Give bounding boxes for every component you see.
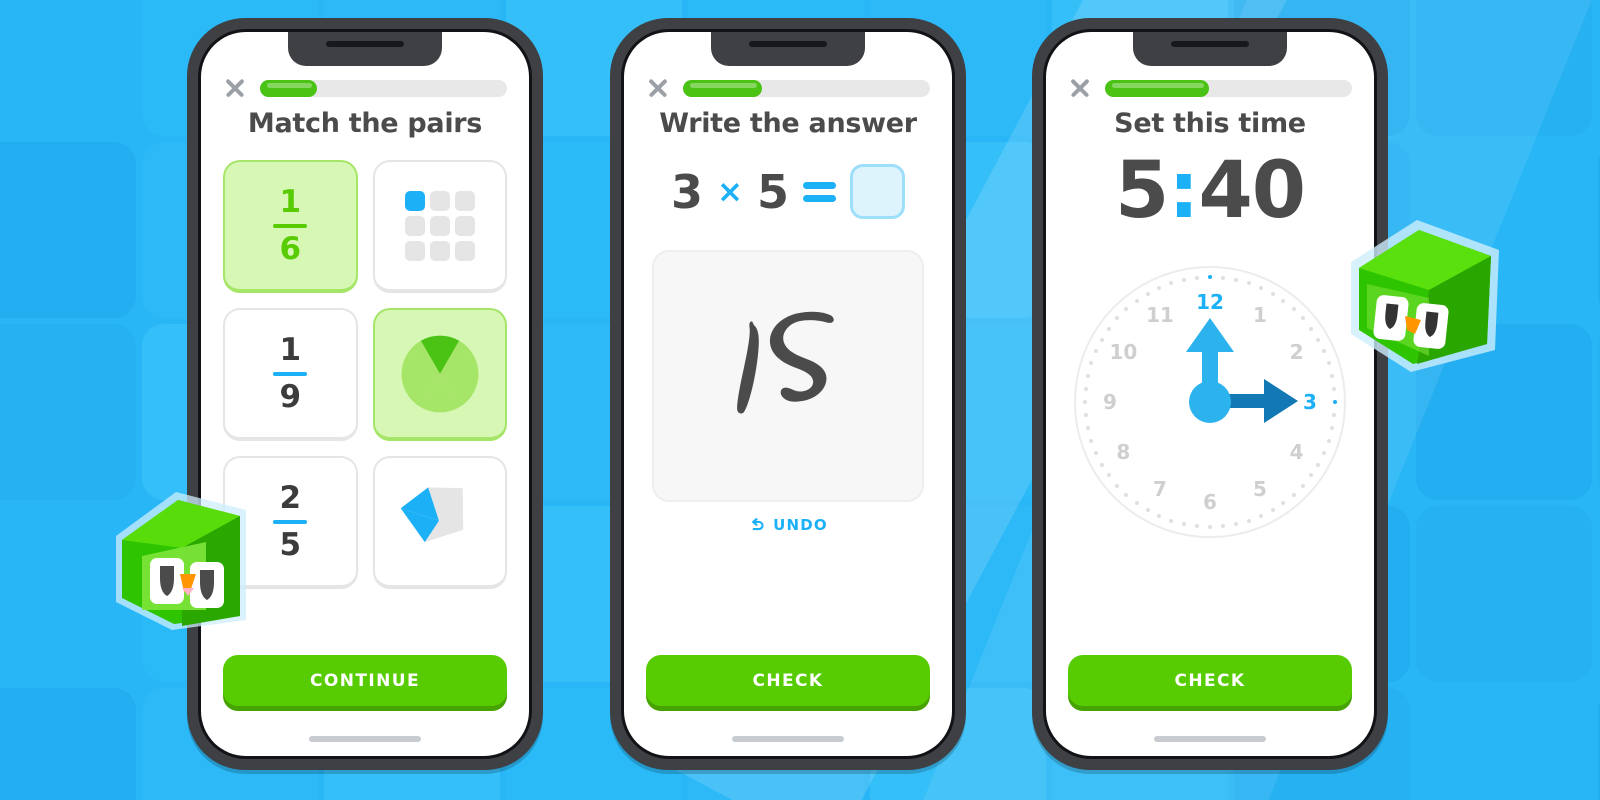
match-card-grid: 1 6 1 9 2 5 [223,160,507,589]
fraction-display: 2 5 [273,479,308,563]
answer-input-box[interactable] [850,164,905,219]
fraction-denominator: 5 [279,526,302,563]
home-indicator [1154,736,1266,742]
home-indicator [309,736,421,742]
continue-button[interactable]: CONTINUE [223,655,507,706]
undo-button[interactable]: UNDO [624,516,952,534]
page-title: Match the pairs [247,108,483,139]
time-minutes: 40 [1198,146,1306,236]
phone-match-pairs: Match the pairs 1 6 1 9 2 5 CONTINUE [187,18,543,770]
match-card-fraction-1-6[interactable]: 1 6 [223,160,358,293]
home-indicator [732,736,844,742]
match-card-pie-icon[interactable] [372,308,507,441]
pie-fraction-icon [401,335,479,412]
phone-screen: Set this time 5:40 12 1 2 3 4 5 6 7 8 9 10 11 CH [1046,32,1374,756]
fraction-bar [273,223,308,228]
analog-clock[interactable]: 12 1 2 3 4 5 6 7 8 9 10 11 [1074,266,1346,538]
check-button[interactable]: CHECK [646,655,930,706]
grid-fraction-icon [404,190,475,261]
fraction-display: 1 9 [273,331,308,415]
progress-bar [260,79,507,97]
phone-notch [288,32,442,66]
page-title: Set this time [1114,108,1306,139]
phone-write-answer: Write the answer 3 × 5 UNDO CHECK [610,18,966,770]
fraction-numerator: 2 [279,479,302,516]
multiplication-icon: × [717,173,743,210]
close-icon[interactable] [646,76,670,100]
fraction-denominator: 6 [279,230,302,267]
progress-fill [683,79,763,97]
polygon-fraction-icon [400,486,463,542]
check-button[interactable]: CHECK [1068,655,1352,706]
clock-center-hub [1189,381,1231,423]
fraction-denominator: 9 [279,378,302,415]
handwriting-ink [737,311,834,414]
duo-owl-cube-right [1345,210,1505,375]
match-card-fraction-1-9[interactable]: 1 9 [223,308,358,441]
match-card-grid-icon[interactable] [372,160,507,293]
undo-label: UNDO [773,516,828,534]
fraction-display: 1 6 [273,183,308,267]
phone-set-time: Set this time 5:40 12 1 2 3 4 5 6 7 8 9 10 11 CH [1032,18,1388,770]
duo-owl-cube-left [98,470,246,630]
equals-icon [803,178,836,206]
time-separator: : [1168,146,1199,236]
progress-fill [260,79,317,97]
clock-hands [1186,318,1298,423]
progress-bar [1105,79,1352,97]
close-icon[interactable] [223,76,247,100]
target-time-display: 5:40 [1046,152,1374,230]
close-icon[interactable] [1068,76,1092,100]
fraction-numerator: 1 [279,331,302,368]
phone-screen: Match the pairs 1 6 1 9 2 5 CONTINUE [201,32,529,756]
undo-arrow-icon [752,517,764,530]
progress-fill [1105,79,1209,97]
time-hours: 5 [1114,146,1169,236]
cta-container: CHECK [646,655,930,706]
match-card-polygon-icon[interactable] [372,456,507,589]
progress-bar [683,79,930,97]
equation-row: 3 × 5 [624,164,952,219]
handwriting-canvas[interactable] [652,250,924,502]
equation-right-operand: 5 [756,164,789,219]
equation-left-operand: 3 [670,164,703,219]
fraction-bar [273,371,308,376]
fraction-bar [273,519,308,524]
page-title: Write the answer [659,108,917,139]
phone-notch [1133,32,1287,66]
phone-notch [711,32,865,66]
cta-container: CONTINUE [223,655,507,706]
phone-screen: Write the answer 3 × 5 UNDO CHECK [624,32,952,756]
fraction-numerator: 1 [279,183,302,220]
cta-container: CHECK [1068,655,1352,706]
